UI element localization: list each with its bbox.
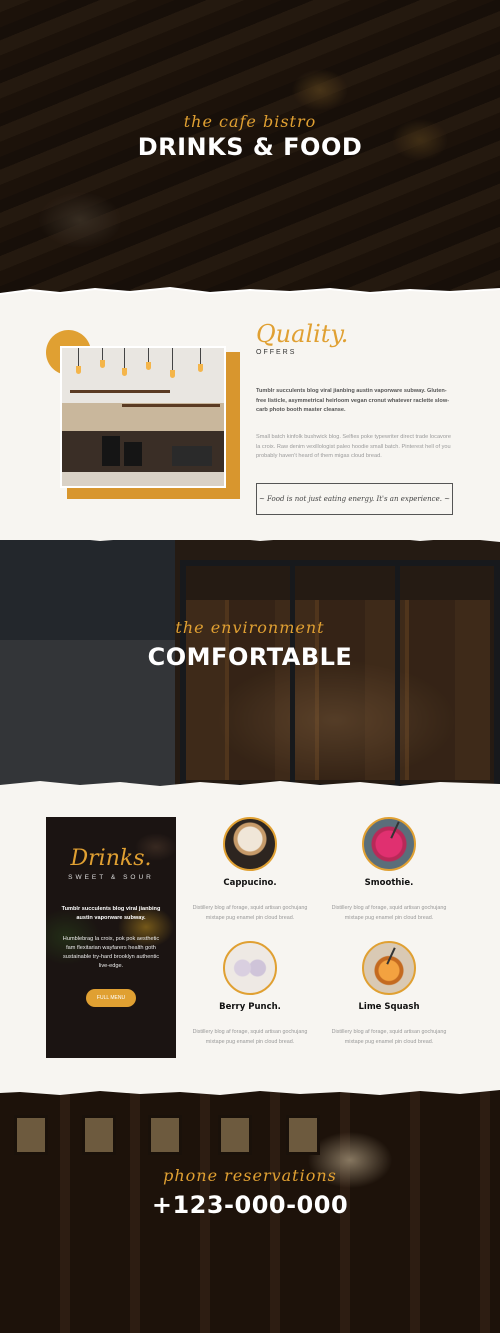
full-menu-button[interactable]: FULL MENU: [86, 988, 136, 1007]
menu-item-name: Cappucino.: [223, 878, 277, 888]
page: the cafe bistro DRINKS & FOOD Quality. O…: [0, 0, 500, 1333]
torn-edge-3: [0, 781, 500, 797]
menu-item-smoothie[interactable]: Smoothie. Distillery blog af forage, squ…: [324, 817, 454, 923]
hero-environment-script: the environment: [175, 618, 325, 637]
menu-item-name: Lime Squash: [358, 1002, 420, 1012]
drinks-card-intro: Tumblr succulents blog viral jianbing au…: [61, 906, 161, 921]
torn-edge-2: [0, 532, 500, 542]
drinks-card-title: Drinks.: [70, 846, 152, 871]
menu-item-desc: Distillery blog af forage, squid artisan…: [331, 1029, 447, 1045]
cappucino-image: [223, 817, 277, 871]
hero-phone: phone reservations +123-000-000: [0, 1090, 500, 1333]
hero-drinks-script: the cafe bistro: [183, 112, 317, 131]
menu-item-desc: Distillery blog af forage, squid artisan…: [192, 905, 308, 921]
quality-body-text: Small batch kinfolk bushwick blog. Selfi…: [256, 434, 451, 459]
torn-edge-1: [0, 286, 500, 310]
menu-item-lime-squash[interactable]: Lime Squash Distillery blog af forage, s…: [324, 941, 454, 1047]
quality-script-title: Quality.: [256, 320, 349, 348]
drinks-card-subtitle: SWEET & SOUR: [68, 874, 154, 881]
menu-item-desc: Distillery blog af forage, squid artisan…: [331, 905, 447, 921]
menu-item-name: Smoothie.: [364, 878, 414, 888]
smoothie-image: [362, 817, 416, 871]
offers-subtitle: OFFERS: [256, 349, 297, 356]
hero-drinks-content: the cafe bistro DRINKS & FOOD: [0, 112, 500, 161]
hero-drinks-food: the cafe bistro DRINKS & FOOD: [0, 0, 500, 300]
hero-environment-title: COMFORTABLE: [147, 643, 353, 671]
drinks-card-text: Humblebrag la croix, pok pok aesthetic f…: [62, 935, 160, 969]
menu-item-cappucino[interactable]: Cappucino. Distillery blog af forage, sq…: [185, 817, 315, 923]
lime-squash-image: [362, 941, 416, 995]
hero-phone-content: phone reservations +123-000-000: [0, 1166, 500, 1219]
menu-section: Drinks. SWEET & SOUR Tumblr succulents b…: [0, 790, 500, 1090]
hero-drinks-title: DRINKS & FOOD: [137, 133, 363, 161]
berry-punch-image: [223, 941, 277, 995]
cafe-counter-photo: [60, 346, 226, 488]
drinks-card: Drinks. SWEET & SOUR Tumblr succulents b…: [46, 817, 176, 1058]
menu-item-desc: Distillery blog af forage, squid artisan…: [192, 1029, 308, 1045]
phone-number[interactable]: +123-000-000: [0, 1191, 500, 1219]
hero-environment-content: the environment COMFORTABLE: [0, 618, 500, 671]
menu-item-name: Berry Punch.: [219, 1002, 281, 1012]
quality-intro-text: Tumblr succulents blog viral jianbing au…: [256, 388, 450, 413]
quality-section: Quality. OFFERS Tumblr succulents blog v…: [0, 300, 500, 540]
menu-item-berry-punch[interactable]: Berry Punch. Distillery blog af forage, …: [185, 941, 315, 1047]
quote-box: ~ Food is not just eating energy. It's a…: [256, 483, 453, 515]
hero-environment: the environment COMFORTABLE: [0, 540, 500, 790]
torn-edge-4: [0, 1080, 500, 1095]
hero-phone-script: phone reservations: [163, 1166, 337, 1185]
